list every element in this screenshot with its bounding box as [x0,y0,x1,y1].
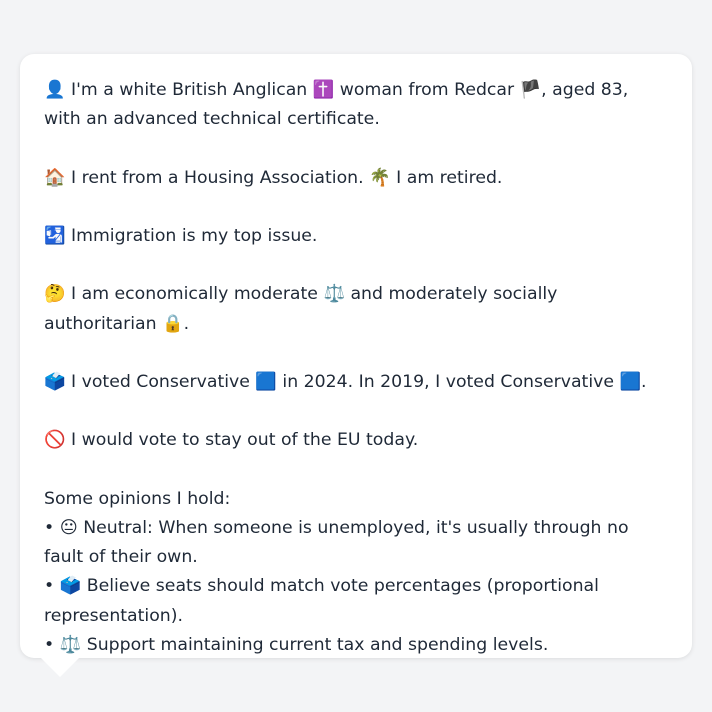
top-issue-paragraph: 🛂 Immigration is my top issue. [44,222,668,251]
votes-text-a: I voted Conservative [71,371,250,392]
ideology-text-c: . [183,313,190,334]
housing-text-b: I am retired. [396,167,503,188]
ideology-paragraph: 🤔 I am economically moderate ⚖️ and mode… [44,280,668,338]
opinion-text: Neutral: When someone is unemployed, it'… [44,517,629,568]
votes-text-c: . [641,371,647,392]
palm-tree-icon: 🌴 [369,167,391,188]
opinion-text: Support maintaining current tax and spen… [86,634,549,655]
housing-paragraph: 🏠 I rent from a Housing Association. 🌴 I… [44,164,668,193]
balance-scale-icon: ⚖️ [323,284,345,305]
top-issue-text: Immigration is my top issue. [71,225,318,246]
opinions-heading: Some opinions I hold: [44,488,231,509]
housing-text-a: I rent from a Housing Association. [71,167,364,188]
opinion-item: • 😐 Neutral: When someone is unemployed,… [44,514,668,572]
ballot-box-icon: 🗳️ [59,576,82,597]
neutral-face-icon: 😐 [59,517,78,538]
person-icon: 👤 [44,80,66,100]
bullet: • [44,517,55,538]
lock-icon: 🔒 [162,313,184,334]
identity-text-a: I'm a white British Anglican [71,80,308,100]
speech-bubble-tail [40,657,80,677]
cross-icon: ✝️ [312,80,335,100]
passport-control-icon: 🛂 [44,225,66,246]
ballot-box-icon: 🗳️ [44,371,66,392]
england-flag-icon: 🏴 [519,80,542,100]
opinion-item: • 🗳️ Believe seats should match vote per… [44,572,668,630]
prohibited-icon: 🚫 [44,430,66,451]
profile-card: 👤 I'm a white British Anglican ✝️ woman … [20,54,692,658]
thinking-face-icon: 🤔 [44,284,66,305]
eu-text: I would vote to stay out of the EU today… [71,430,419,451]
bullet: • [44,634,55,655]
blue-square-icon: 🟦 [255,371,277,392]
bullet: • [44,576,55,597]
ideology-text-a: I am economically moderate [71,284,318,305]
identity-paragraph: 👤 I'm a white British Anglican ✝️ woman … [44,76,668,134]
eu-paragraph: 🚫 I would vote to stay out of the EU tod… [44,426,668,455]
opinion-item: • ⚖️ Support maintaining current tax and… [44,631,668,660]
votes-paragraph: 🗳️ I voted Conservative 🟦 in 2024. In 20… [44,368,668,397]
house-icon: 🏠 [44,167,66,188]
blue-square-icon: 🟦 [619,371,642,392]
opinion-text: Believe seats should match vote percenta… [44,576,599,626]
votes-text-b: in 2024. In 2019, I voted Conservative [282,371,614,392]
balance-scale-icon: ⚖️ [59,634,82,655]
identity-text-b: woman from Redcar [339,80,515,100]
